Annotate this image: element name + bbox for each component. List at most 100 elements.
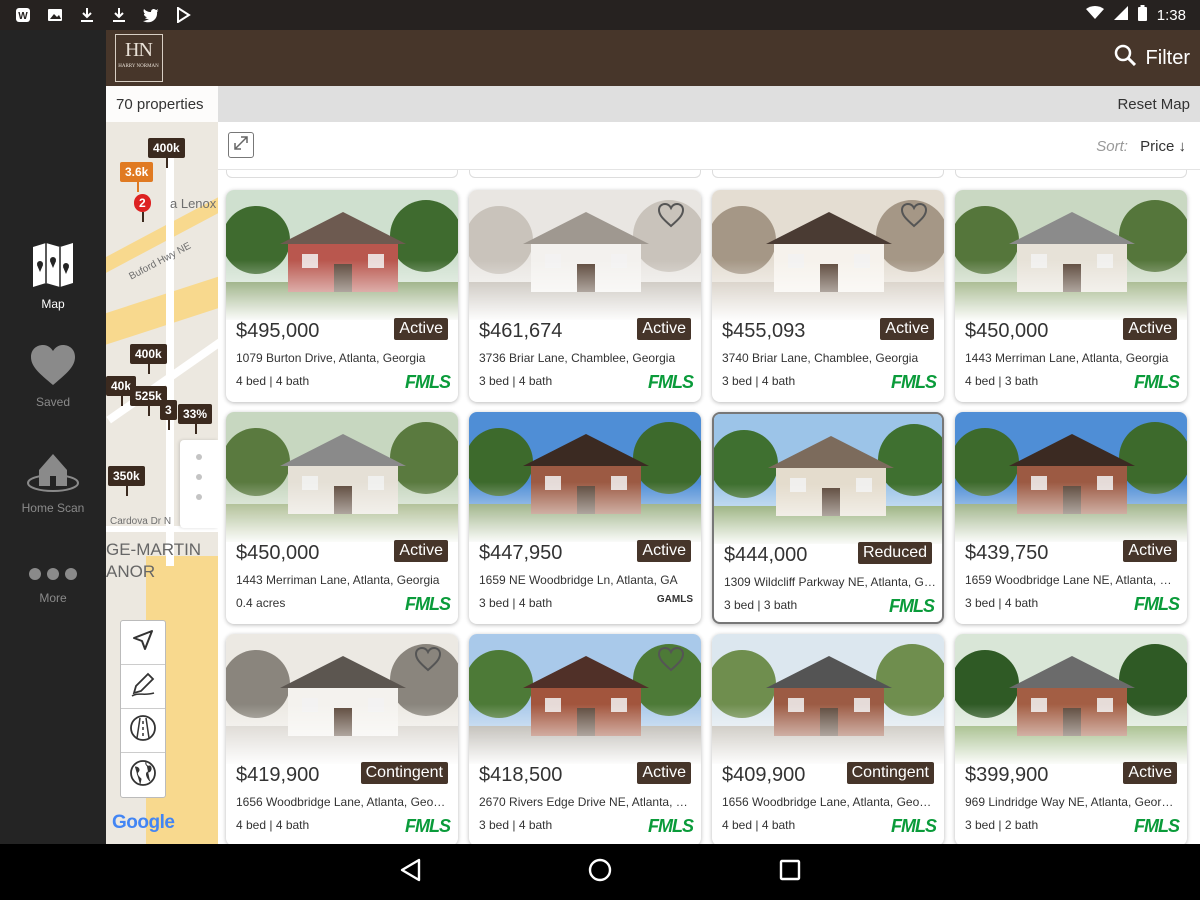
mls-logo: FMLS	[648, 372, 694, 392]
twitter-icon	[142, 6, 160, 24]
listing-price: $447,950	[479, 542, 563, 564]
map-tools	[120, 620, 166, 798]
grip-dot	[196, 474, 202, 480]
card-edge	[226, 170, 458, 178]
home-button[interactable]	[586, 858, 614, 886]
mls-logo: FMLS	[1134, 816, 1180, 836]
photo-fade	[955, 260, 1187, 322]
map-pin[interactable]: 400k	[148, 138, 185, 168]
back-button[interactable]	[396, 858, 424, 886]
google-attribution: Google	[112, 812, 175, 833]
panel-resize-handle[interactable]	[180, 440, 218, 528]
photo-fade	[955, 482, 1187, 544]
mls-logo: FMLS	[405, 594, 451, 614]
app-header: HN HARRY NORMAN Filter	[106, 30, 1200, 86]
globe-icon	[129, 759, 157, 792]
mls-logo: GAMLS	[656, 594, 693, 605]
listing-panel: Sort: Price ↓ $495,000 Active 1079 Burton …	[218, 122, 1200, 844]
mls-logo: FMLS	[648, 816, 694, 836]
map-layer-button[interactable]	[121, 753, 165, 797]
map-pin[interactable]: 33%	[178, 404, 213, 434]
listing-card[interactable]: $418,500 Active 2670 Rivers Edge Drive NE,…	[469, 634, 701, 844]
status-badge: Active	[637, 318, 691, 340]
mls-logo: FMLS	[1134, 594, 1180, 614]
photo-fade	[469, 704, 701, 766]
draw-area-button[interactable]	[121, 665, 165, 709]
map-pin[interactable]: 350k	[108, 466, 145, 496]
pencil-icon	[130, 671, 156, 702]
listing-card[interactable]: $439,750 Active 1659 Woodbridge Lane NE, A…	[955, 412, 1187, 624]
photo-fade	[469, 260, 701, 322]
map-pin-selected[interactable]: 3.6k	[120, 162, 154, 192]
favorite-heart-icon[interactable]	[900, 202, 928, 233]
listing-details: 4 bed | 3 bath	[965, 374, 1039, 388]
card-edge	[712, 170, 944, 178]
favorite-heart-icon[interactable]	[657, 202, 685, 233]
map-pin[interactable]: 3	[160, 400, 177, 430]
listing-card[interactable]: $450,000 Active 1443 Merriman Lane, Atlant…	[955, 190, 1187, 402]
listing-price: $495,000	[236, 320, 320, 342]
card-edge	[469, 170, 701, 178]
battery-icon	[1137, 5, 1147, 25]
listing-card[interactable]: $495,000 Active 1079 Burton Drive, Atlanta…	[226, 190, 458, 402]
recents-button[interactable]	[776, 858, 804, 886]
sort-value: Price ↓	[1140, 138, 1186, 155]
status-badge: Reduced	[857, 542, 932, 564]
brand-logo[interactable]: HN HARRY NORMAN	[115, 34, 163, 82]
favorite-heart-icon[interactable]	[657, 646, 685, 677]
listing-address: 1656 Woodbridge Lane, Atlanta, Georgia	[236, 795, 448, 809]
google-logo: Google	[112, 812, 175, 834]
download-icon	[78, 6, 96, 24]
listing-address: 1443 Merriman Lane, Atlanta, Georgia	[965, 351, 1169, 365]
listing-card[interactable]: $447,950 Active 1659 NE Woodbridge Ln, Atl…	[469, 412, 701, 624]
listing-card[interactable]: $455,093 Active 3740 Briar Lane, Chamblee,…	[712, 190, 944, 402]
system-nav-bar	[0, 844, 1200, 900]
commute-button[interactable]	[121, 709, 165, 753]
filter-button[interactable]: Filter	[1114, 42, 1190, 74]
listing-address: 2670 Rivers Edge Drive NE, Atlanta, Geor…	[479, 795, 691, 809]
status-badge: Contingent	[360, 762, 448, 784]
nav-item-more[interactable]: More	[0, 566, 106, 605]
app-window: W 1:38 Map Saved Home Scan More HN HARRY…	[0, 0, 1200, 900]
wear-os-icon: W	[14, 6, 32, 24]
status-badge: Active	[880, 318, 934, 340]
listing-address: 1079 Burton Drive, Atlanta, Georgia	[236, 351, 426, 365]
listing-card[interactable]: $461,674 Active 3736 Briar Lane, Chamblee,…	[469, 190, 701, 402]
listing-card[interactable]: $444,000 Reduced 1309 Wildcliff Parkway NE…	[712, 412, 944, 624]
status-badge: Active	[637, 762, 691, 784]
expand-icon	[232, 134, 250, 157]
status-badge: Active	[394, 318, 448, 340]
nav-item-map[interactable]: Map	[0, 242, 106, 311]
list-toolbar: Sort: Price ↓	[218, 122, 1200, 170]
signal-icon	[1113, 6, 1128, 24]
photo-fade	[469, 482, 701, 544]
clock: 1:38	[1156, 6, 1186, 24]
road-icon	[129, 714, 157, 747]
listing-address: 1659 NE Woodbridge Ln, Atlanta, GA	[479, 573, 678, 587]
logo-subtext: HARRY NORMAN	[118, 64, 159, 69]
locate-me-button[interactable]	[121, 621, 165, 665]
photo-fade	[712, 704, 944, 766]
listing-details: 3 bed | 4 bath	[479, 818, 553, 832]
navigation-arrow-icon	[132, 629, 154, 656]
listing-card[interactable]: $409,900 Contingent 1656 Woodbridge Lane, …	[712, 634, 944, 844]
sort-control[interactable]: Sort: Price ↓	[1096, 138, 1186, 155]
listing-card[interactable]: $419,900 Contingent 1656 Woodbridge Lane, …	[226, 634, 458, 844]
map-pin-cluster[interactable]: 2	[134, 194, 151, 222]
property-count: 70 properties	[116, 96, 204, 113]
mls-logo: FMLS	[1134, 372, 1180, 392]
home-icon	[587, 857, 613, 888]
expand-list-button[interactable]	[228, 132, 254, 158]
map-pin[interactable]: 400k	[130, 344, 167, 374]
listing-card[interactable]: $399,900 Active 969 Lindridge Way NE, Atla…	[955, 634, 1187, 844]
more-icon	[0, 566, 106, 585]
reset-map-button[interactable]: Reset Map	[1117, 96, 1190, 113]
nav-item-home-scan[interactable]: Home Scan	[0, 446, 106, 515]
status-badge: Active	[1123, 762, 1177, 784]
home-scan-icon	[0, 446, 106, 495]
nav-item-saved[interactable]: Saved	[0, 344, 106, 409]
status-badge: Active	[1123, 318, 1177, 340]
map-label: Cardova Dr N	[110, 516, 172, 527]
favorite-heart-icon[interactable]	[414, 646, 442, 677]
listing-card[interactable]: $450,000 Active 1443 Merriman Lane, Atlant…	[226, 412, 458, 624]
